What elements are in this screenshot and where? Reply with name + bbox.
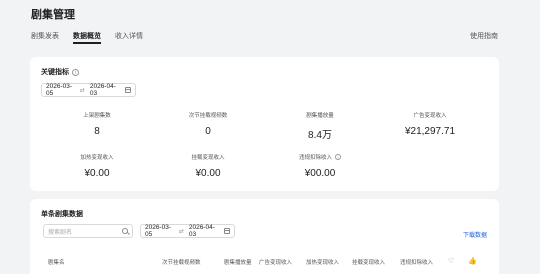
column-header: 次节挂载视频数 bbox=[162, 260, 201, 266]
metric-value: 8 bbox=[94, 126, 100, 137]
column-header: 违规扣除收入 bbox=[400, 260, 434, 266]
metric-mounted-videos: 次节挂载视频数 0 bbox=[148, 111, 268, 137]
download-data-button[interactable]: 下载数据 bbox=[463, 230, 487, 239]
metric-play-count: 剧集播放量 8.4万 bbox=[260, 111, 380, 141]
thumbs-up-icon[interactable]: 👍 bbox=[468, 258, 477, 265]
key-metrics-card: 关键指标 i 2026-03-05 ⇄ 2026-04-03 上架剧集数 8 次… bbox=[30, 57, 499, 191]
date-end: 2026-04-03 bbox=[89, 83, 116, 97]
tab-drama-publish[interactable]: 剧集发表 bbox=[31, 31, 59, 44]
date-separator: ⇄ bbox=[178, 228, 184, 235]
tab-data-overview[interactable]: 数据概览 bbox=[73, 31, 101, 44]
single-drama-title: 单条剧集数据 bbox=[41, 211, 83, 218]
date-start: 2026-03-05 bbox=[145, 224, 172, 238]
metric-label: 挂载变现收入 bbox=[191, 155, 225, 161]
column-header: 挂载变现收入 bbox=[352, 260, 386, 266]
date-range-picker[interactable]: 2026-03-05 ⇄ 2026-04-03 bbox=[140, 224, 235, 238]
date-range-picker[interactable]: 2026-03-05 ⇄ 2026-04-03 bbox=[41, 83, 136, 97]
help-guide-link[interactable]: 使用指南 bbox=[470, 31, 498, 41]
search-icon[interactable] bbox=[122, 228, 128, 234]
metric-violation-deduction: 违规扣除收入 i ¥00.00 bbox=[260, 153, 380, 179]
metric-ad-revenue: 广告变现收入 ¥21,297.71 bbox=[370, 111, 490, 137]
metric-value: 0 bbox=[205, 126, 211, 137]
calendar-icon bbox=[124, 87, 131, 93]
metric-listed-dramas: 上架剧集数 8 bbox=[37, 111, 157, 137]
search-input[interactable]: 搜索剧名 bbox=[43, 224, 133, 238]
calendar-icon bbox=[223, 228, 230, 234]
page-title: 剧集管理 bbox=[31, 9, 75, 21]
info-icon[interactable]: i bbox=[72, 68, 79, 76]
metric-label-row: 违规扣除收入 i bbox=[260, 153, 380, 161]
metric-value: ¥0.00 bbox=[84, 168, 110, 179]
metric-label: 剧集播放量 bbox=[306, 113, 334, 119]
tab-income-details[interactable]: 收入详情 bbox=[115, 31, 143, 44]
page-header: 剧集管理 剧集发表 数据概览 收入详情 使用指南 bbox=[0, 0, 540, 47]
metric-value: 8.4万 bbox=[308, 130, 332, 141]
metric-value: ¥00.00 bbox=[304, 168, 336, 179]
heart-icon[interactable]: ♡ bbox=[448, 258, 454, 265]
metric-label: 上架剧集数 bbox=[83, 113, 111, 119]
search-placeholder: 搜索剧名 bbox=[48, 229, 73, 236]
metric-boost-revenue: 加热变现收入 ¥0.00 bbox=[37, 153, 157, 179]
key-metrics-title-text: 关键指标 bbox=[41, 69, 69, 76]
column-header: 剧集名 bbox=[48, 260, 65, 266]
date-end: 2026-04-03 bbox=[188, 224, 215, 238]
date-separator: ⇄ bbox=[79, 87, 85, 94]
info-icon[interactable]: i bbox=[335, 154, 341, 160]
metric-label: 次节挂载视频数 bbox=[188, 113, 228, 119]
metric-label: 广告变现收入 bbox=[413, 113, 447, 119]
tab-bar: 剧集发表 数据概览 收入详情 bbox=[31, 31, 157, 44]
metric-label: 违规扣除收入 bbox=[298, 155, 332, 161]
column-header: 剧集播放量 bbox=[224, 260, 252, 266]
column-header: 加热变现收入 bbox=[306, 260, 340, 266]
column-header: 广告变现收入 bbox=[259, 260, 293, 266]
metric-mount-revenue: 挂载变现收入 ¥0.00 bbox=[148, 153, 268, 179]
date-start: 2026-03-05 bbox=[46, 83, 73, 97]
key-metrics-title: 关键指标 i bbox=[41, 67, 79, 77]
table-header: 剧集名 次节挂载视频数 剧集播放量 广告变现收入 加热变现收入 挂载变现收入 违… bbox=[30, 254, 499, 270]
metric-value: ¥0.00 bbox=[195, 168, 221, 179]
single-drama-card: 单条剧集数据 搜索剧名 2026-03-05 ⇄ 2026-04-03 下载数据… bbox=[30, 199, 499, 274]
metric-label: 加热变现收入 bbox=[80, 155, 114, 161]
metric-value: ¥21,297.71 bbox=[404, 126, 456, 137]
